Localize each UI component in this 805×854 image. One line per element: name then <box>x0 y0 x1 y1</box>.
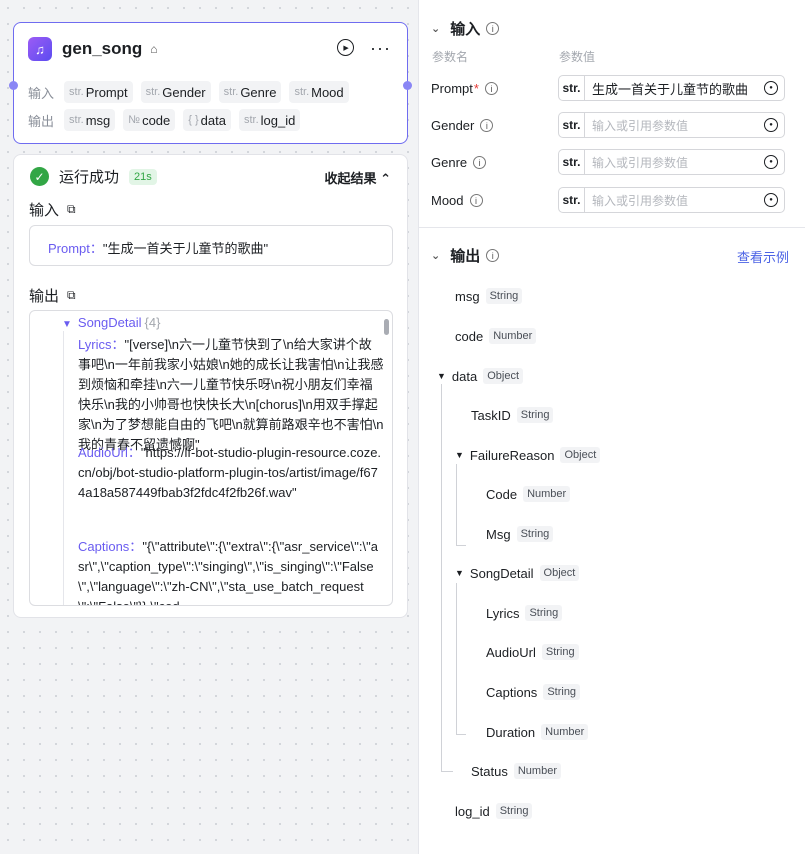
output-field: log_id String <box>455 803 533 819</box>
plugin-node-card[interactable]: ♫ gen_song ⌂ ▶ ··· 输入 str. Prompt str. Gen… <box>9 22 412 144</box>
variable-reference-icon[interactable]: ● <box>764 193 778 207</box>
node-output-tag: str. log_id <box>238 109 301 131</box>
prompt-input[interactable]: str. 生成一首关于儿童节的歌曲 ● <box>558 75 785 101</box>
output-field: Duration Number <box>486 724 589 740</box>
music-plugin-icon: ♫ <box>28 37 52 61</box>
mood-input[interactable]: str. 输入或引用参数值 ● <box>558 187 785 213</box>
node-input-tag: str. Prompt <box>64 81 133 103</box>
output-field[interactable]: ▼ SongDetail Object <box>455 565 580 581</box>
node-output-label: 输出 <box>28 113 55 129</box>
node-input-label: 输入 <box>28 85 55 101</box>
genre-input[interactable]: str. 输入或引用参数值 ● <box>558 149 785 175</box>
param-name-column: 参数名 <box>432 50 469 64</box>
view-example-link[interactable]: 查看示例 <box>737 247 789 266</box>
param-row-prompt: Prompt * i str. 生成一首关于儿童节的歌曲 ● <box>431 75 785 101</box>
output-field: TaskID String <box>471 407 554 423</box>
output-field: Code Number <box>486 486 571 502</box>
tree-guide-line <box>441 384 442 772</box>
output-field: AudioUrl String <box>486 644 579 660</box>
info-icon[interactable]: i <box>473 156 487 169</box>
run-duration-badge: 21s <box>129 168 157 185</box>
result-output-box[interactable]: ▼ SongDetail {4} Lyrics："[verse]\n六一儿童节快到了… <box>29 310 393 606</box>
more-options-icon[interactable]: ··· <box>370 39 391 57</box>
caret-down-icon[interactable]: ▼ <box>455 568 464 578</box>
tree-guide-line <box>63 331 64 605</box>
info-icon[interactable]: i <box>486 249 500 262</box>
node-output-tag: str. msg <box>64 109 116 131</box>
copy-icon[interactable]: ⧉ <box>67 202 76 217</box>
variable-reference-icon[interactable]: ● <box>764 118 778 132</box>
param-row-mood: Mood i str. 输入或引用参数值 ● <box>431 187 785 213</box>
node-input-tag: str. Gender <box>140 81 211 103</box>
run-status: 运行成功 <box>59 169 120 186</box>
tree-guide-line <box>456 464 457 546</box>
node-output-tag: № code <box>123 109 176 131</box>
output-field: Lyrics String <box>486 605 563 621</box>
chevron-down-icon[interactable]: ▼ <box>62 319 72 330</box>
node-output-tag: { } data <box>183 109 231 131</box>
info-icon[interactable]: i <box>480 119 494 132</box>
info-icon[interactable]: i <box>469 194 483 207</box>
output-field[interactable]: ▼ FailureReason Object <box>455 447 601 463</box>
node-input-tag: str. Genre <box>218 81 282 103</box>
result-input-box: Prompt："生成一首关于儿童节的歌曲" <box>29 225 393 266</box>
scrollbar[interactable] <box>384 319 389 335</box>
collapse-result-button[interactable]: 收起结果 ⌃ <box>324 168 391 187</box>
input-port[interactable] <box>9 81 18 90</box>
gender-input[interactable]: str. 输入或引用参数值 ● <box>558 112 785 138</box>
run-node-icon[interactable]: ▶ <box>337 39 355 56</box>
type-badge: str. <box>559 76 585 100</box>
caret-down-icon[interactable]: ▼ <box>437 371 446 381</box>
type-badge: str. <box>559 150 585 174</box>
node-title: gen_song <box>62 39 143 58</box>
output-field: Status Number <box>471 763 561 779</box>
success-check-icon: ✓ <box>30 167 49 186</box>
section-divider <box>419 227 805 228</box>
node-input-tag: str. Mood <box>289 81 349 103</box>
output-port[interactable] <box>403 81 412 90</box>
store-icon: ⌂ <box>150 42 158 56</box>
node-config-panel: ⌄ 输入 i 参数名 参数值 Prompt * i str. 生成一首关于儿童节的歌… <box>419 0 805 854</box>
type-badge: str. <box>559 188 585 212</box>
tree-guide-line <box>441 771 453 772</box>
result-output-title: 输出 ⧉ <box>29 288 76 305</box>
variable-reference-icon[interactable]: ● <box>764 81 778 95</box>
captions-value: Captions："{\"attribute\":{\"extra\":{\"a… <box>78 539 378 605</box>
lyrics-value: Lyrics："[verse]\n六一儿童节快到了\n给大家讲个故事吧\n一年前… <box>78 337 384 452</box>
param-row-genre: Genre i str. 输入或引用参数值 ● <box>431 149 785 175</box>
output-field: msg String <box>455 288 523 304</box>
song-detail-node[interactable]: ▼ SongDetail {4} <box>62 315 160 330</box>
audio-url-value: AudioUrl："https://lf-bot-studio-plugin-r… <box>78 445 382 500</box>
input-section-header[interactable]: ⌄ 输入 i <box>431 18 500 39</box>
output-section-header[interactable]: ⌄ 输出 i <box>431 245 500 266</box>
result-input-title: 输入 ⧉ <box>29 202 76 219</box>
workflow-canvas[interactable]: ♫ gen_song ⌂ ▶ ··· 输入 str. Prompt str. Gen… <box>0 0 419 854</box>
tree-guide-line <box>456 545 466 546</box>
run-result-card: ✓ 运行成功 21s 收起结果 ⌃ 输入 ⧉ Prompt："生成一首关于儿童节… <box>13 154 408 618</box>
type-badge: str. <box>559 113 585 137</box>
caret-down-icon[interactable]: ▼ <box>455 450 464 460</box>
param-value-column: 参数值 <box>559 50 596 64</box>
output-field: code Number <box>455 328 537 344</box>
output-field: Msg String <box>486 526 554 542</box>
param-row-gender: Gender i str. 输入或引用参数值 ● <box>431 112 785 138</box>
chevron-down-icon[interactable]: ⌄ <box>431 22 440 35</box>
output-field[interactable]: ▼ data Object <box>437 368 524 384</box>
tree-guide-line <box>456 583 457 735</box>
output-field: Captions String <box>486 684 581 700</box>
variable-reference-icon[interactable]: ● <box>764 155 778 169</box>
chevron-down-icon[interactable]: ⌄ <box>431 249 440 262</box>
info-icon[interactable]: i <box>484 82 498 95</box>
tree-guide-line <box>456 734 466 735</box>
info-icon[interactable]: i <box>486 22 500 35</box>
copy-icon[interactable]: ⧉ <box>67 288 76 303</box>
